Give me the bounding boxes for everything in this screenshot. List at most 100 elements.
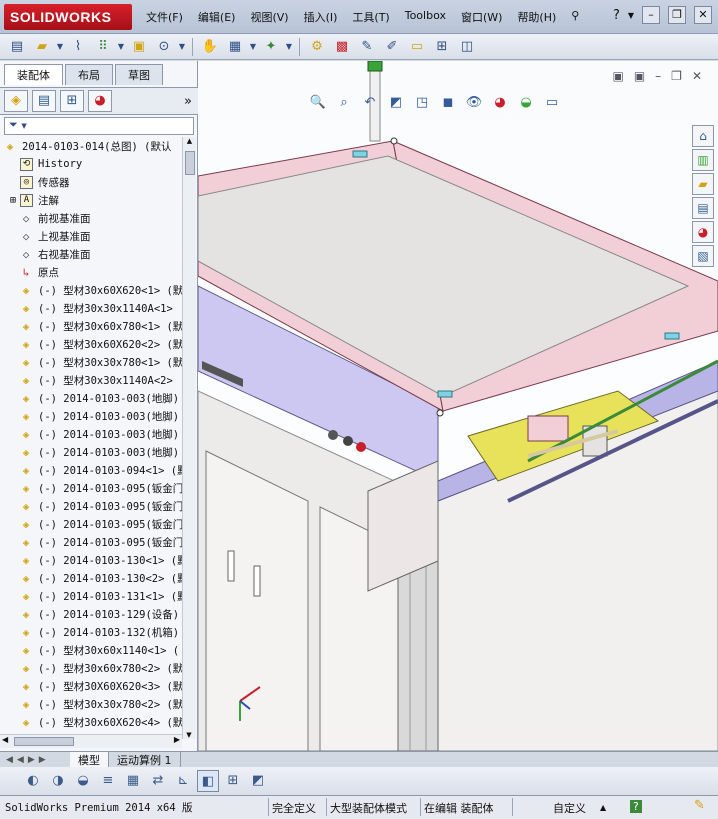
- scroll-left-arrow-icon[interactable]: ◀: [2, 735, 8, 744]
- display-style-icon[interactable]: ◼: [438, 95, 458, 113]
- tab-assembly[interactable]: 装配体: [4, 64, 63, 85]
- tree-item[interactable]: ◈ (-) 2014-0103-095(钣金门: [8, 497, 182, 515]
- help-button[interactable]: ?: [613, 8, 620, 23]
- tree-item[interactable]: ◈ (-) 型材30x60x780<2> (默: [8, 659, 182, 677]
- tree-item[interactable]: ◈ (-) 型材30x60X620<1> (默: [8, 281, 182, 299]
- paperclip-icon[interactable]: ⌇: [67, 37, 89, 57]
- tree-item[interactable]: ◈ (-) 型材30x60x1140<1> (: [8, 641, 182, 659]
- pattern-icon[interactable]: ⊙: [153, 37, 175, 57]
- configuration-manager-tab-icon[interactable]: ⊞: [60, 90, 84, 112]
- menu-toolbox[interactable]: Toolbox: [405, 9, 446, 25]
- pin-icon[interactable]: ⚲: [571, 9, 579, 25]
- help-status-button[interactable]: ?: [630, 800, 642, 813]
- shaded-icon[interactable]: ◐: [22, 770, 44, 792]
- section-view-icon[interactable]: ◩: [386, 95, 406, 113]
- zoom-to-area-icon[interactable]: ⌕: [334, 95, 354, 113]
- solidworks-resources-icon[interactable]: ⌂: [692, 125, 714, 147]
- expand-toggle-icon[interactable]: ⊞: [8, 195, 18, 206]
- property-manager-tab-icon[interactable]: ▤: [32, 90, 56, 112]
- explode-view-icon[interactable]: ✦: [260, 37, 282, 57]
- tab-model[interactable]: 模型: [70, 751, 109, 768]
- bill-of-materials-icon[interactable]: ▭: [406, 37, 428, 57]
- edit-appearance-icon[interactable]: ◕: [490, 95, 510, 113]
- shaded-edges-icon[interactable]: ◑: [47, 770, 69, 792]
- tree-item[interactable]: ◈ (-) 型材30x60X620<4> (默: [8, 713, 182, 731]
- tree-item[interactable]: ◈ (-) 2014-0103-003(地脚): [8, 389, 182, 407]
- display-manager-tab-icon[interactable]: ◕: [88, 90, 112, 112]
- appearances-icon[interactable]: ◕: [692, 221, 714, 243]
- hidden-removed-icon[interactable]: ▦: [122, 770, 144, 792]
- hide-show-items-icon[interactable]: 👁: [464, 95, 484, 113]
- scroll-thumb-h[interactable]: [14, 737, 74, 746]
- tree-root-assembly[interactable]: ◈ 2014-0103-014(总图) (默认: [0, 137, 182, 155]
- previous-view-icon[interactable]: ↶: [360, 95, 380, 113]
- tree-item[interactable]: ◈ (-) 2014-0103-003(地脚): [8, 425, 182, 443]
- view-palette-icon[interactable]: ▤: [692, 197, 714, 219]
- isometric-view-icon[interactable]: ◧: [197, 770, 219, 792]
- render-icon[interactable]: ◩: [247, 770, 269, 792]
- menu-insert[interactable]: 插入(I): [304, 9, 338, 25]
- dropdown-arrow-icon[interactable]: ▼: [56, 37, 64, 57]
- tree-item[interactable]: ◈ (-) 型材30x30x780<1> (默: [8, 353, 182, 371]
- zoom-to-fit-icon[interactable]: 🔍: [308, 95, 328, 113]
- scroll-down-arrow-icon[interactable]: ▼: [183, 731, 195, 739]
- help-dropdown-icon[interactable]: ▼: [628, 11, 634, 20]
- interference-icon[interactable]: ⚙: [306, 37, 328, 57]
- tab-navigation-arrows-icon[interactable]: ◀◀▶▶: [0, 755, 70, 765]
- tree-item[interactable]: ◈ (-) 型材30x30x1140A<2>: [8, 371, 182, 389]
- tile-right-icon[interactable]: ▣: [634, 69, 645, 83]
- tree-item[interactable]: ⊞ A 注解: [8, 191, 182, 209]
- tree-item[interactable]: ◇ 前视基准面: [8, 209, 182, 227]
- menu-edit[interactable]: 编辑(E): [198, 9, 236, 25]
- insert-component-icon[interactable]: ⠿: [92, 37, 114, 57]
- design-library-icon[interactable]: ▥: [692, 149, 714, 171]
- tree-item[interactable]: ◈ (-) 2014-0103-095(钣金门: [8, 533, 182, 551]
- tree-item[interactable]: ◈ (-) 2014-0103-129(设备): [8, 605, 182, 623]
- table-icon[interactable]: ⊞: [222, 770, 244, 792]
- mate-icon[interactable]: ▣: [128, 37, 150, 57]
- view-settings-icon[interactable]: ▭: [542, 95, 562, 113]
- tree-filter-input[interactable]: ⏷ ▼: [4, 117, 194, 135]
- hidden-lines-icon[interactable]: ◒: [72, 770, 94, 792]
- align-icon[interactable]: ⇄: [147, 770, 169, 792]
- tree-item[interactable]: ◈ (-) 2014-0103-003(地脚): [8, 443, 182, 461]
- menu-file[interactable]: 文件(F): [146, 9, 183, 25]
- reference-geometry-icon[interactable]: ✎: [356, 37, 378, 57]
- unit-system-selector[interactable]: 自定义: [553, 800, 586, 816]
- unit-dropdown-icon[interactable]: ▲: [600, 803, 606, 812]
- coordinate-icon[interactable]: ⊾: [172, 770, 194, 792]
- view-orientation-icon[interactable]: ◳: [412, 95, 432, 113]
- tree-vertical-scrollbar[interactable]: ▲ ▼: [182, 137, 196, 739]
- tab-layout[interactable]: 布局: [65, 64, 113, 85]
- feature-tree-tab-icon[interactable]: ◈: [4, 90, 28, 112]
- graphics-area[interactable]: ▣ ▣ – ❐ ✕ 🔍 ⌕ ↶ ◩ ◳ ◼ 👁 ◕ ◒ ▭ ⌂ ▥ ▰ ▤ ◕ …: [198, 61, 718, 751]
- dropdown-arrow-icon[interactable]: ▼: [285, 37, 293, 57]
- file-explorer-icon[interactable]: ▰: [692, 173, 714, 195]
- dropdown-arrow-icon[interactable]: ▼: [249, 37, 257, 57]
- tile-left-icon[interactable]: ▣: [612, 69, 623, 83]
- dropdown-arrow-icon[interactable]: ▼: [178, 37, 186, 57]
- tree-item[interactable]: ◈ (-) 2014-0103-130<1> (默: [8, 551, 182, 569]
- tree-item[interactable]: ↳ 原点: [8, 263, 182, 281]
- tree-item[interactable]: ◈ (-) 2014-0103-095(钣金门: [8, 479, 182, 497]
- solidworks-logo[interactable]: SOLIDWORKS: [4, 4, 132, 30]
- tab-sketch[interactable]: 草图: [115, 64, 163, 85]
- tree-item[interactable]: ◈ (-) 型材30X60X620<3> (默: [8, 677, 182, 695]
- new-document-icon[interactable]: ▤: [6, 37, 28, 57]
- wireframe-icon[interactable]: ≡: [97, 770, 119, 792]
- instant3d-icon[interactable]: ⊞: [431, 37, 453, 57]
- tree-item[interactable]: ◇ 上视基准面: [8, 227, 182, 245]
- tree-item[interactable]: ◇ 右视基准面: [8, 245, 182, 263]
- viewport-close-icon[interactable]: ✕: [692, 69, 702, 83]
- tree-item[interactable]: ◈ (-) 2014-0103-131<1> (默: [8, 587, 182, 605]
- apply-scene-icon[interactable]: ◒: [516, 95, 536, 113]
- sketch-icon[interactable]: ✐: [381, 37, 403, 57]
- move-component-icon[interactable]: ✋: [199, 37, 221, 57]
- tree-item[interactable]: ⟲ History: [8, 155, 182, 173]
- expand-panel-icon[interactable]: »: [184, 94, 192, 109]
- pencil-icon[interactable]: ✎: [694, 798, 705, 813]
- assembly-model-render[interactable]: [198, 61, 718, 751]
- tree-horizontal-scrollbar[interactable]: ◀ ▶: [0, 734, 182, 748]
- tab-motion-study[interactable]: 运动算例 1: [109, 751, 181, 768]
- rebuild-icon[interactable]: ◫: [456, 37, 478, 57]
